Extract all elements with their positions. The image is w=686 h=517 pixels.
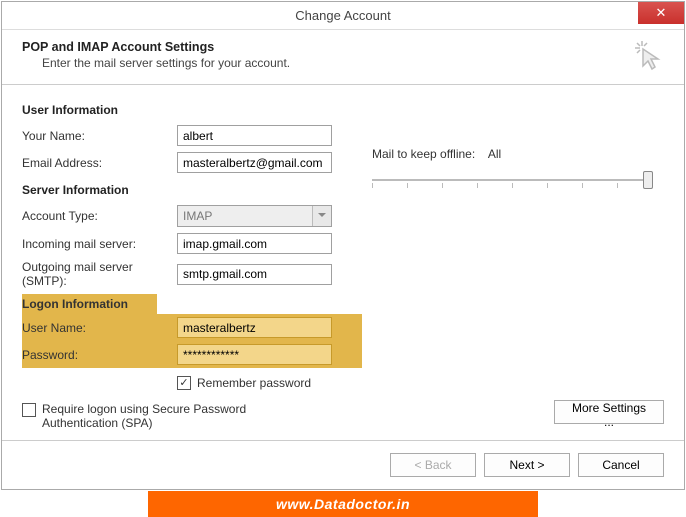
- spa-label: Require logon using Secure Password Auth…: [42, 402, 312, 430]
- close-button[interactable]: ✕: [638, 2, 684, 24]
- offline-value: All: [488, 147, 501, 161]
- username-input[interactable]: [177, 317, 332, 338]
- titlebar: Change Account ✕: [2, 2, 684, 30]
- outgoing-server-input[interactable]: [177, 264, 332, 285]
- remember-password-label: Remember password: [197, 376, 311, 390]
- window-title: Change Account: [2, 8, 684, 23]
- header-title: POP and IMAP Account Settings: [22, 40, 664, 54]
- email-input[interactable]: [177, 152, 332, 173]
- outgoing-label: Outgoing mail server (SMTP):: [22, 260, 177, 288]
- offline-slider[interactable]: [372, 179, 647, 181]
- user-info-heading: User Information: [22, 103, 664, 117]
- name-input[interactable]: [177, 125, 332, 146]
- username-label: User Name:: [22, 321, 177, 335]
- cancel-button[interactable]: Cancel: [578, 453, 664, 477]
- branding-banner: www.Datadoctor.in: [148, 491, 538, 517]
- spa-checkbox[interactable]: [22, 403, 36, 417]
- header-subtitle: Enter the mail server settings for your …: [42, 56, 664, 70]
- dialog-content: User Information Your Name: Email Addres…: [2, 85, 684, 440]
- offline-label: Mail to keep offline:: [372, 147, 475, 161]
- next-button[interactable]: Next >: [484, 453, 570, 477]
- account-type-value: IMAP: [183, 209, 212, 223]
- logon-info-heading: Logon Information: [22, 294, 157, 314]
- account-type-combo: IMAP: [177, 205, 332, 227]
- remember-password-checkbox[interactable]: ✓: [177, 376, 191, 390]
- password-input[interactable]: [177, 344, 332, 365]
- dialog-footer: < Back Next > Cancel: [2, 440, 684, 489]
- change-account-dialog: Change Account ✕ POP and IMAP Account Se…: [1, 1, 685, 490]
- dialog-header: POP and IMAP Account Settings Enter the …: [2, 30, 684, 85]
- offline-panel: Mail to keep offline: All: [372, 147, 647, 181]
- password-label: Password:: [22, 348, 177, 362]
- more-settings-button[interactable]: More Settings ...: [554, 400, 664, 424]
- chevron-down-icon: [318, 213, 326, 217]
- incoming-label: Incoming mail server:: [22, 237, 177, 251]
- name-label: Your Name:: [22, 129, 177, 143]
- back-button: < Back: [390, 453, 476, 477]
- slider-thumb[interactable]: [643, 171, 653, 189]
- account-type-label: Account Type:: [22, 209, 177, 223]
- server-info-heading: Server Information: [22, 183, 664, 197]
- incoming-server-input[interactable]: [177, 233, 332, 254]
- cursor-click-icon: [632, 38, 666, 72]
- email-label: Email Address:: [22, 156, 177, 170]
